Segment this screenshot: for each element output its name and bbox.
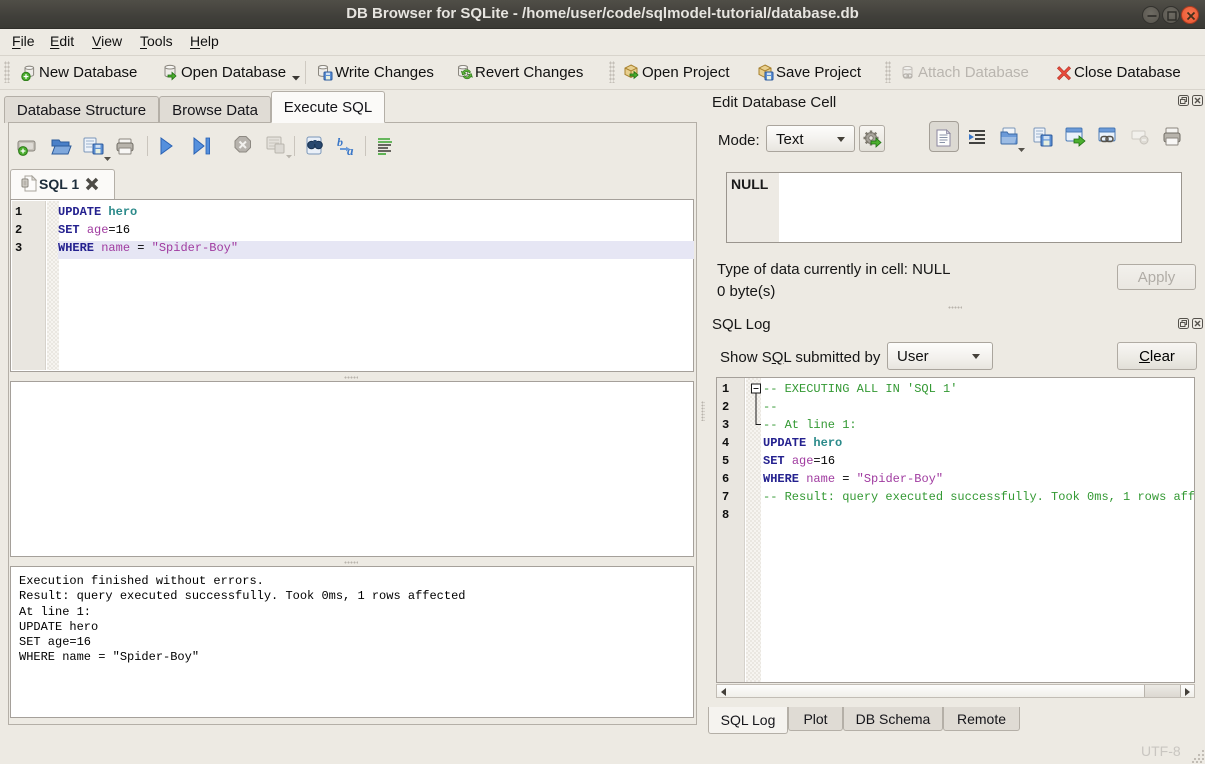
svg-text:a: a: [347, 143, 354, 158]
svg-text:b: b: [337, 135, 343, 149]
